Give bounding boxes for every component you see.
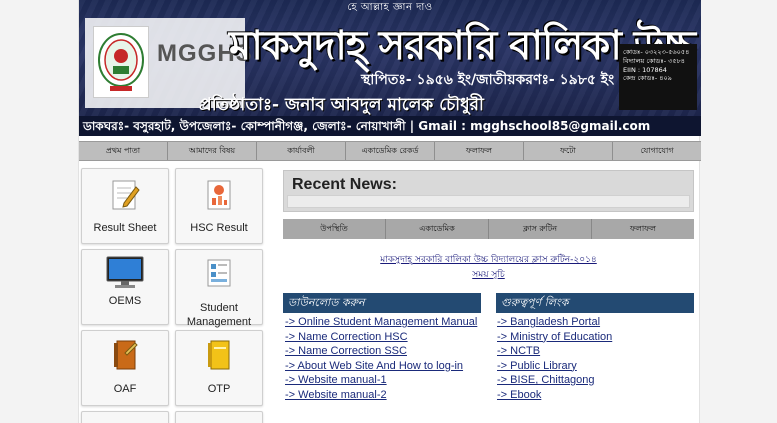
monitor-icon — [106, 256, 144, 288]
tile-hsc-result[interactable]: HSC Result — [175, 168, 263, 244]
nav-results[interactable]: ফলাফল — [435, 142, 524, 160]
tile-label: OAF — [113, 383, 137, 395]
downloads-heading: ডাউনলোড করুন — [283, 293, 481, 313]
tile-result-sheet[interactable]: Result Sheet — [81, 168, 169, 244]
important-links-list: -> Bangladesh Portal -> Ministry of Educ… — [497, 315, 612, 402]
info-line: কেন্দ্র কোডঃ- ৪০৯ — [623, 74, 672, 83]
nav-contact[interactable]: যোগাযোগ — [613, 142, 701, 160]
header-banner: হে আল্লাহ জ্ঞান দাও MGGHS মাকসুদাহ্ সরকা… — [79, 0, 701, 136]
tile-label: OTP — [207, 383, 231, 395]
important-link[interactable]: -> Public Library — [497, 359, 612, 374]
hsc-result-icon — [207, 180, 231, 210]
info-box: কোডঃ- ০৩২২৩-৫৬০৫৪ বিদ্যালয় কোডঃ- ৩৫৮৪ E… — [619, 44, 697, 110]
download-link[interactable]: -> Online Student Management Manual — [285, 315, 477, 330]
tile-oaf[interactable]: OAF — [81, 330, 169, 406]
result-sheet-icon — [112, 180, 140, 210]
download-link[interactable]: -> Name Correction HSC — [285, 330, 477, 345]
nav-about[interactable]: আমাদের বিষয় — [168, 142, 257, 160]
tile-partial[interactable] — [81, 411, 169, 423]
tab-results[interactable]: ফলাফল — [592, 219, 694, 239]
main-nav: প্রথম পাতা আমাদের বিষয় কার্যাবলী একাডেম… — [79, 141, 701, 161]
page-container: হে আল্লাহ জ্ঞান দাও MGGHS মাকসুদাহ্ সরকা… — [78, 0, 701, 423]
important-link[interactable]: -> BISE, Chittagong — [497, 373, 612, 388]
nav-activities[interactable]: কার্যাবলী — [257, 142, 346, 160]
info-line: EIIN : 107864 — [623, 65, 667, 74]
download-link[interactable]: -> Website manual-2 — [285, 388, 477, 403]
download-link[interactable]: -> Website manual-1 — [285, 373, 477, 388]
tile-oems[interactable]: OEMS — [81, 249, 169, 325]
student-management-icon — [207, 259, 231, 287]
class-routine-link[interactable]: মাকসুদাহ্ সরকারি বালিকা উচ্চ বিদ্যালয়ের… — [283, 252, 694, 267]
otp-book-icon — [208, 340, 230, 370]
tile-otp[interactable]: OTP — [175, 330, 263, 406]
info-line: কোডঃ- ০৩২২৩-৫৬০৫৪ — [623, 48, 690, 56]
nav-home[interactable]: প্রথম পাতা — [79, 142, 168, 160]
nav-photos[interactable]: ফটো — [524, 142, 613, 160]
important-link[interactable]: -> Ebook — [497, 388, 612, 403]
established-text: স্থাপিতঃ- ১৯৫৬ ইং/জাতীয়করণঃ- ১৯৮৫ ইং — [361, 72, 615, 88]
info-tabs: উপস্থিতি একাডেমিক ক্লাস রুটিন ফলাফল — [283, 219, 694, 239]
recent-news-title: Recent News: — [292, 176, 397, 193]
tile-label: Student Management — [186, 302, 252, 328]
tile-partial[interactable] — [175, 411, 263, 423]
important-links-heading: গুরুত্বপূর্ণ লিংক — [496, 293, 694, 313]
important-link[interactable]: -> Bangladesh Portal — [497, 315, 612, 330]
address-bar: ডাকঘরঃ- বসুরহাট, উপজেলাঃ- কোম্পানীগঞ্জ, … — [79, 116, 701, 136]
tile-label: OEMS — [108, 295, 142, 307]
tab-attendance[interactable]: উপস্থিতি — [283, 219, 386, 239]
important-link[interactable]: -> Ministry of Education — [497, 330, 612, 345]
download-link[interactable]: -> About Web Site And How to log-in — [285, 359, 477, 374]
tab-class-routine[interactable]: ক্লাস রুটিন — [489, 219, 592, 239]
oaf-book-icon — [114, 340, 138, 370]
news-ticker — [287, 195, 690, 208]
recent-news-box: Recent News: — [283, 170, 694, 212]
info-line: বিদ্যালয় কোডঃ- ৩৫৮৪ — [623, 56, 686, 65]
downloads-list: -> Online Student Management Manual -> N… — [285, 315, 477, 402]
tile-student-management[interactable]: Student Management — [175, 249, 263, 328]
nav-academic-records[interactable]: একাডেমিক রেকর্ড — [346, 142, 435, 160]
school-seal-icon — [93, 26, 149, 98]
tile-label: Result Sheet — [93, 222, 157, 234]
important-link[interactable]: -> NCTB — [497, 344, 612, 359]
tile-label: HSC Result — [190, 222, 248, 234]
download-link[interactable]: -> Name Correction SSC — [285, 344, 477, 359]
tab-academic[interactable]: একাডেমিক — [386, 219, 489, 239]
schedule-link[interactable]: সময় সূচি — [283, 267, 694, 282]
